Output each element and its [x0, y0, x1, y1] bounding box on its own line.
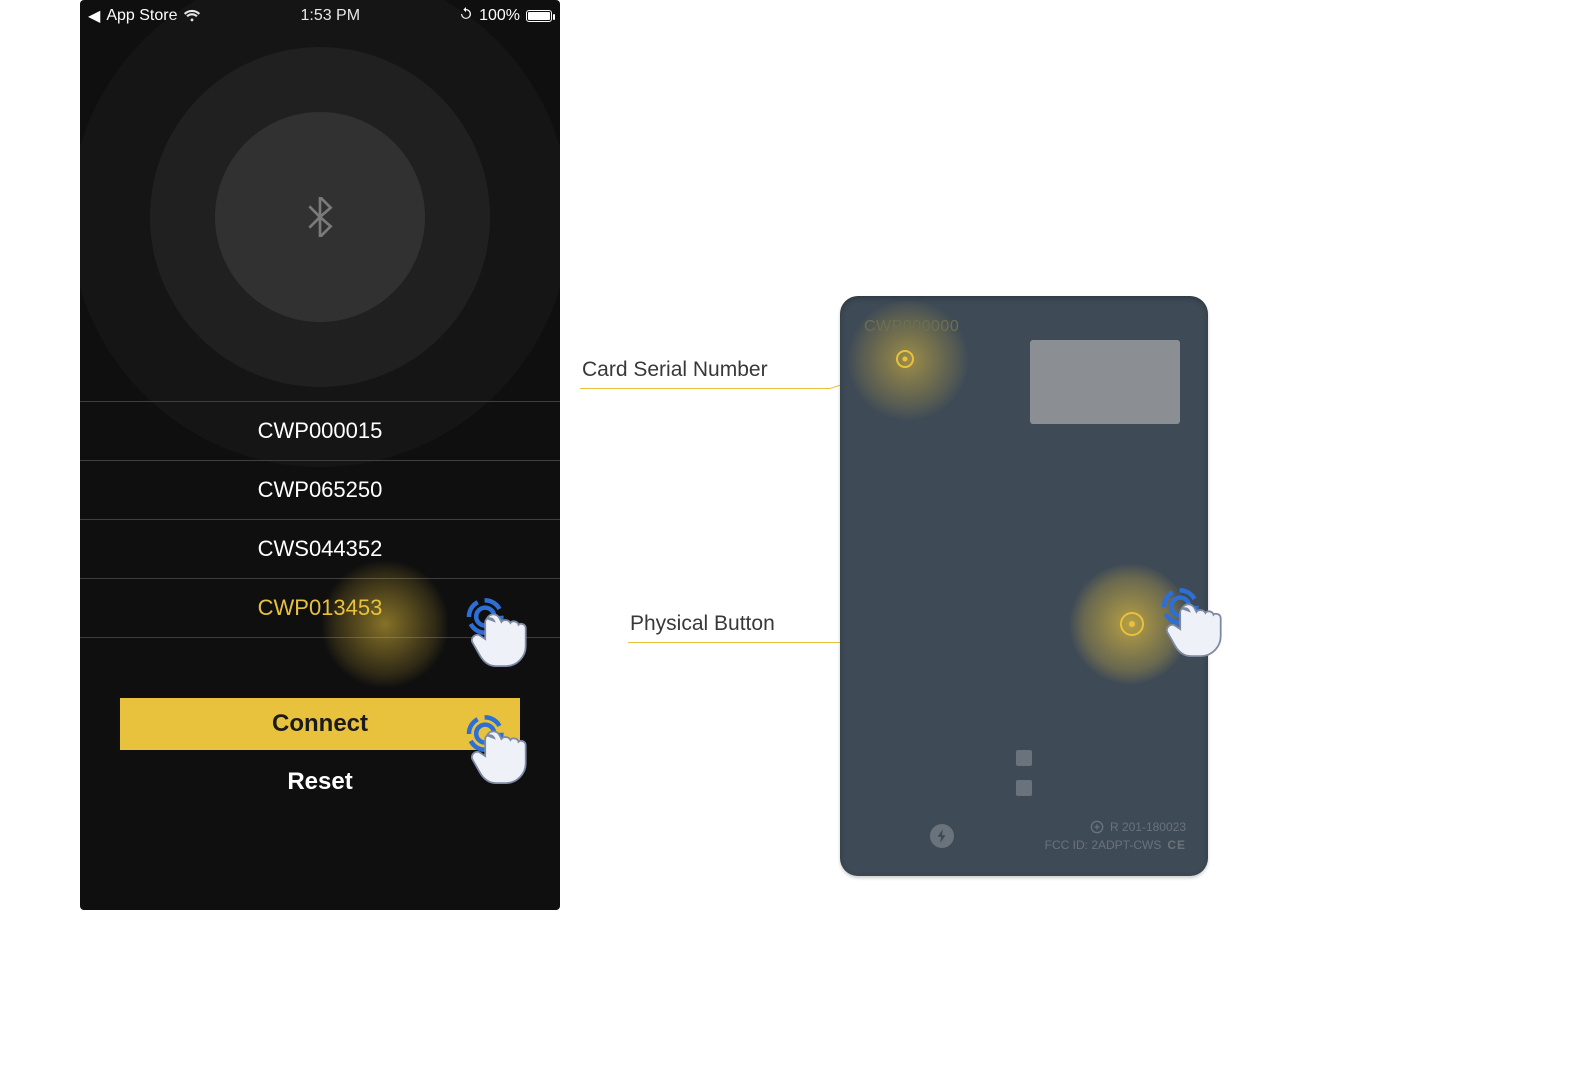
hardware-card: CWP000000 R 201-180023 FCC ID: 2ADPT-CWS… — [840, 296, 1208, 876]
back-caret-icon[interactable]: ◀ — [88, 6, 100, 26]
indicator-dot — [1016, 780, 1032, 796]
device-row-selected[interactable]: CWP013453 — [80, 578, 560, 638]
connect-button-label: Connect — [272, 710, 368, 738]
battery-percent: 100% — [479, 7, 520, 25]
bluetooth-icon — [300, 197, 340, 237]
phone-mockup: ◀ App Store 1:53 PM 100% — [80, 0, 560, 910]
indicator-dot — [1016, 750, 1032, 766]
charge-icon — [930, 824, 954, 848]
device-id: CWP000015 — [258, 418, 383, 444]
cert-line-1: R 201-180023 — [1110, 818, 1186, 836]
callout-physical-button-label: Physical Button — [630, 612, 775, 636]
reset-button[interactable]: Reset — [287, 768, 352, 796]
cert-line-2: FCC ID: 2ADPT-CWS — [1045, 836, 1162, 854]
device-id: CWS044352 — [258, 536, 383, 562]
physical-button[interactable] — [1120, 612, 1144, 636]
reset-button-label: Reset — [287, 768, 352, 795]
device-row[interactable]: CWP065250 — [80, 460, 560, 520]
card-serial-number: CWP000000 — [864, 318, 959, 336]
serial-marker-icon — [896, 350, 914, 368]
card-certification-text: R 201-180023 FCC ID: 2ADPT-CWS CE — [1045, 818, 1186, 854]
device-id: CWP065250 — [258, 477, 383, 503]
ce-mark-icon: CE — [1167, 836, 1186, 854]
device-list: CWP000015 CWP065250 CWS044352 CWP013453 — [80, 401, 560, 638]
tap-highlight-glow — [320, 559, 450, 689]
cert-mark-icon — [1090, 820, 1104, 834]
callout-leader-line — [580, 388, 830, 389]
connect-button[interactable]: Connect — [120, 698, 520, 750]
card-indicator-dots — [1016, 750, 1032, 796]
battery-icon — [526, 10, 552, 22]
card-display — [1030, 340, 1180, 424]
button-area: Connect Reset — [80, 698, 560, 796]
device-row[interactable]: CWS044352 — [80, 519, 560, 579]
callout-serial-label: Card Serial Number — [582, 358, 768, 382]
bluetooth-radar — [80, 32, 560, 402]
device-id: CWP013453 — [258, 595, 383, 621]
device-row[interactable]: CWP000015 — [80, 401, 560, 461]
